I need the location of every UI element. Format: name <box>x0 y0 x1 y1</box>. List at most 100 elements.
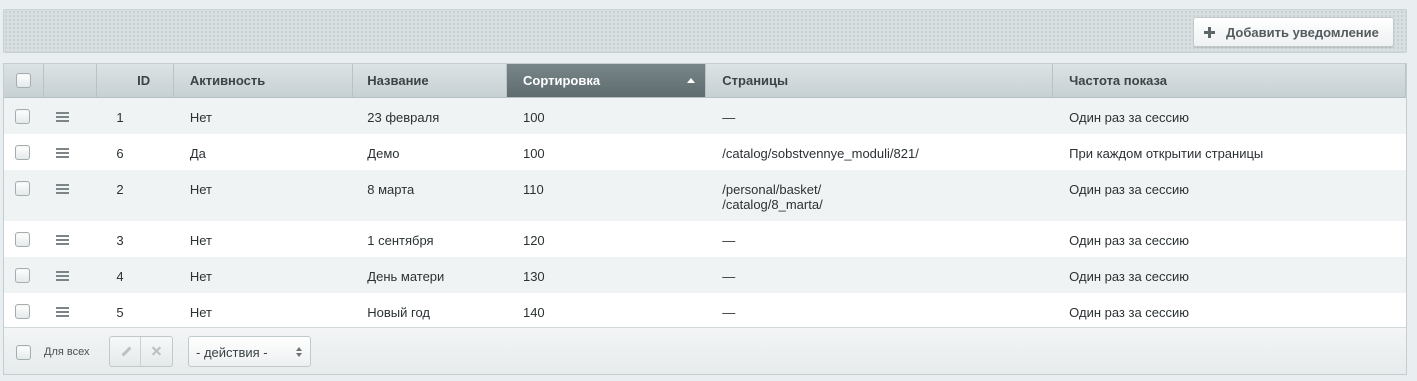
cell-activity: Да <box>189 146 206 161</box>
row-actions-group <box>109 336 173 367</box>
row-select-cell <box>4 170 44 221</box>
row-select-cell <box>4 257 44 293</box>
cell-id: 3 <box>116 233 124 248</box>
cell-name: Новый год <box>367 305 431 320</box>
row-drag-cell <box>44 293 98 329</box>
cell-activity: Нет <box>189 233 212 248</box>
column-header-frequency[interactable]: Частота показа <box>1053 64 1406 97</box>
row-checkbox[interactable] <box>15 268 30 283</box>
row-drag-cell <box>44 134 98 170</box>
row-select-cell <box>4 98 44 134</box>
cell-activity: Нет <box>189 305 212 320</box>
drag-handle-icon[interactable] <box>55 184 69 194</box>
cell-name: 8 марта <box>367 182 415 197</box>
cell-name: 23 февраля <box>367 110 440 125</box>
row-select-cell <box>4 221 44 257</box>
cell-id: 6 <box>116 146 124 161</box>
page-path: — <box>722 305 736 320</box>
cell-pages: — <box>706 293 1053 329</box>
header-select-cell <box>4 64 44 97</box>
cell-activity: Нет <box>189 182 212 197</box>
column-header-frequency-label: Частота показа <box>1069 73 1167 88</box>
drag-handle-icon[interactable] <box>55 307 69 317</box>
cell-pages: /catalog/sobstvennye_moduli/821/ <box>706 134 1053 170</box>
column-header-sort[interactable]: Сортировка <box>506 64 707 97</box>
header-drag-cell <box>44 64 98 97</box>
drag-handle-icon[interactable] <box>55 235 69 245</box>
for-all-label: Для всех <box>44 346 90 358</box>
row-checkbox[interactable] <box>15 304 30 319</box>
cell-sort: 120 <box>522 233 545 248</box>
row-select-cell <box>4 134 44 170</box>
actions-select[interactable]: - действия - <box>188 336 311 367</box>
cell-name: День матери <box>367 269 445 284</box>
cell-pages: /personal/basket//catalog/8_marta/ <box>706 170 1053 221</box>
cell-activity: Нет <box>189 110 212 125</box>
row-drag-cell <box>44 221 98 257</box>
cell-activity: Нет <box>189 269 212 284</box>
table-row[interactable]: 3 Нет 1 сентября 120 — Один раз за сессию <box>4 221 1406 257</box>
column-header-pages-label: Страницы <box>722 73 789 88</box>
select-all-checkbox[interactable] <box>16 345 31 360</box>
add-notification-label: Добавить уведомление <box>1226 24 1379 40</box>
delete-cross-icon[interactable] <box>141 337 172 366</box>
edit-pencil-icon[interactable] <box>110 337 142 366</box>
column-header-sort-label: Сортировка <box>522 73 601 88</box>
page-path: /catalog/8_marta/ <box>722 197 823 212</box>
row-checkbox[interactable] <box>15 232 30 247</box>
page-path: — <box>722 233 736 248</box>
column-header-name-label: Название <box>367 73 429 88</box>
cell-name: Демо <box>367 146 400 161</box>
cell-frequency: Один раз за сессию <box>1069 269 1190 284</box>
table-row[interactable]: 6 Да Демо 100/catalog/sobstvennye_moduli/82… <box>4 134 1406 170</box>
page-path: /personal/basket/ <box>722 182 822 197</box>
header-select-all-checkbox[interactable] <box>15 73 31 88</box>
row-checkbox[interactable] <box>15 145 30 160</box>
grid-body: 1 Нет 23 февраля 100 — Один раз за сессию 6 Да Д… <box>4 98 1406 329</box>
drag-handle-icon[interactable] <box>55 148 69 158</box>
plus-icon <box>1204 26 1215 38</box>
cell-frequency: При каждом открытии страницы <box>1069 146 1264 161</box>
actions-select-value: - действия - <box>196 345 268 360</box>
cell-sort: 140 <box>522 305 545 320</box>
cell-id: 4 <box>116 269 124 284</box>
column-header-pages[interactable]: Страницы <box>706 64 1054 97</box>
cell-pages: — <box>706 257 1053 293</box>
page-path: — <box>722 269 736 284</box>
grid-header: ID Активность Название Сортировка Страницы Ча… <box>4 64 1406 98</box>
cell-name: 1 сентября <box>367 233 434 248</box>
cell-id: 1 <box>116 110 124 125</box>
cell-frequency: Один раз за сессию <box>1069 305 1190 320</box>
row-checkbox[interactable] <box>15 181 30 196</box>
page-path: — <box>722 110 736 125</box>
cell-pages: — <box>706 221 1053 257</box>
add-notification-button[interactable]: Добавить уведомление <box>1193 17 1394 47</box>
table-row[interactable]: 1 Нет 23 февраля 100 — Один раз за сессию <box>4 98 1406 134</box>
select-arrows-icon <box>296 347 303 358</box>
row-drag-cell <box>44 257 98 293</box>
row-checkbox[interactable] <box>15 109 30 124</box>
column-header-activity[interactable]: Активность <box>174 64 354 97</box>
cell-frequency: Один раз за сессию <box>1069 233 1190 248</box>
row-drag-cell <box>44 98 98 134</box>
cell-sort: 100 <box>522 146 545 161</box>
page-path: /catalog/sobstvennye_moduli/821/ <box>722 146 919 161</box>
cell-sort: 110 <box>522 182 544 197</box>
cell-pages: — <box>706 98 1053 134</box>
cell-frequency: Один раз за сессию <box>1069 110 1190 125</box>
sort-ascending-icon[interactable] <box>687 78 696 83</box>
cell-id: 2 <box>116 182 124 197</box>
toolbar: Добавить уведомление <box>3 9 1407 53</box>
column-header-id[interactable]: ID <box>97 64 174 97</box>
table-row[interactable]: 2 Нет 8 марта 110/personal/basket//catalog/… <box>4 170 1406 221</box>
table-row[interactable]: 4 Нет День матери 130 — Один раз за сессию <box>4 257 1406 293</box>
cell-sort: 100 <box>522 110 545 125</box>
cell-frequency: Один раз за сессию <box>1069 182 1190 197</box>
table-row[interactable]: 5 Нет Новый год 140 — Один раз за сессию <box>4 293 1406 329</box>
column-header-name[interactable]: Название <box>353 64 507 97</box>
notifications-grid: ID Активность Название Сортировка Страницы Ча… <box>3 63 1407 375</box>
cell-id: 5 <box>116 305 124 320</box>
drag-handle-icon[interactable] <box>55 112 69 122</box>
grid-footer: Для всех - действия - <box>4 327 1406 374</box>
drag-handle-icon[interactable] <box>55 271 69 281</box>
